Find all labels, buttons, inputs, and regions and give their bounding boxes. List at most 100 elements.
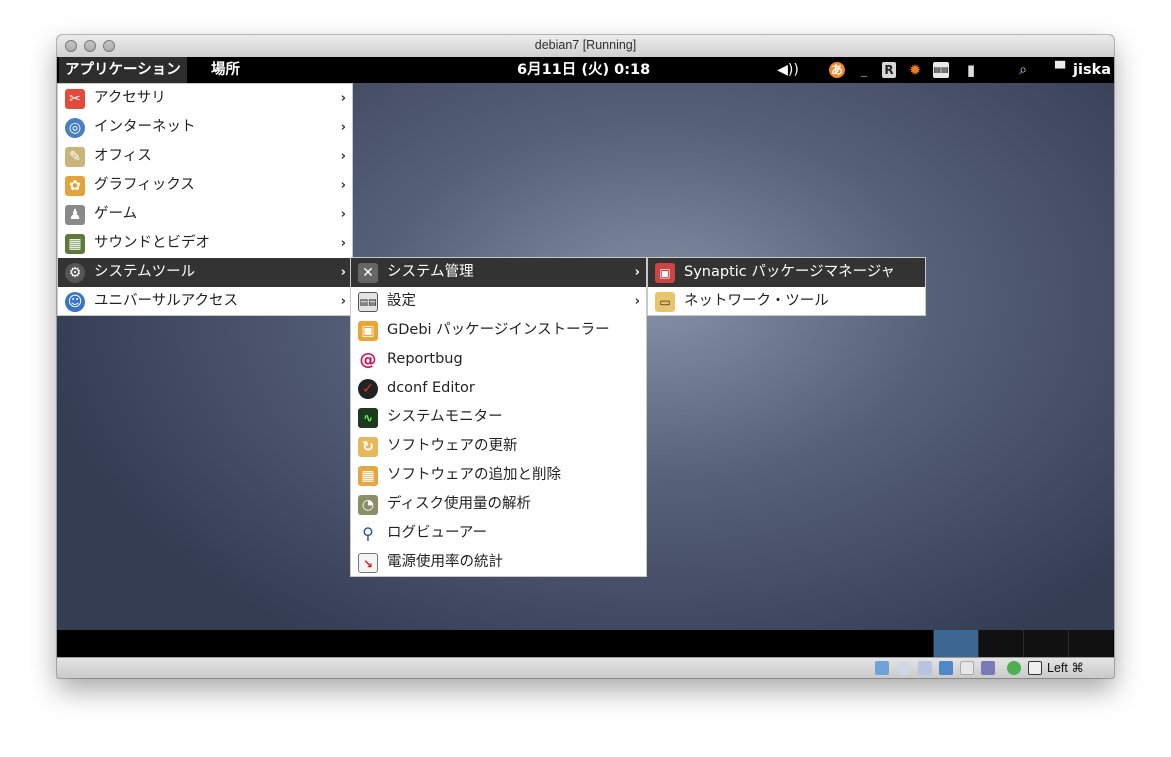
menu-item-synaptic[interactable]: ▣ Synaptic パッケージマネージャ: [648, 258, 925, 287]
menu-item-label: dconf Editor: [387, 380, 475, 396]
menu-item-label: アクセサリ: [94, 90, 166, 106]
menu-item-dconf-editor[interactable]: ✓ dconf Editor: [351, 374, 646, 403]
preferences-tray-icon[interactable]: ▤▤: [933, 62, 949, 78]
shared-folders-icon[interactable]: [939, 661, 953, 675]
synaptic-icon: ▣: [655, 263, 675, 283]
menu-item-preferences[interactable]: ▤▤ 設定 ›: [351, 287, 646, 316]
chevron-right-icon: ›: [340, 207, 346, 222]
host-key-label: Left ⌘: [1047, 661, 1084, 675]
mouse-integration-icon[interactable]: [1028, 661, 1042, 675]
debian-swirl-icon: @: [358, 350, 378, 370]
tools-icon: ✕: [358, 263, 378, 283]
menu-item-disk-usage[interactable]: ◔ ディスク使用量の解析: [351, 490, 646, 519]
dash-icon: _: [861, 63, 867, 77]
menu-item-label: ネットワーク・ツール: [684, 293, 829, 309]
workspace-4[interactable]: [1068, 630, 1113, 657]
system-gear-icon: ⚙: [65, 263, 85, 283]
applications-menu[interactable]: アプリケーション: [59, 57, 187, 83]
input-method-icon[interactable]: あ: [829, 62, 845, 78]
preferences-icon: ▤▤: [358, 292, 378, 312]
menu-item-label: ゲーム: [94, 206, 138, 222]
gnome-top-panel: アプリケーション 場所 6月11日 (火) 0:18 ◀)) あ _ R ✹ ▤…: [57, 57, 1114, 83]
menu-item-label: ディスク使用量の解析: [387, 496, 531, 512]
workspace-1[interactable]: [933, 630, 978, 657]
menu-item-label: システム管理: [387, 264, 474, 280]
network-icon[interactable]: [1007, 661, 1021, 675]
power-statistics-icon: ↘: [358, 553, 378, 573]
chevron-right-icon: ›: [340, 236, 346, 251]
menu-item-label: Reportbug: [387, 351, 463, 367]
user-status-icon[interactable]: ⌕: [1013, 62, 1033, 78]
menu-item-games[interactable]: ♟ ゲーム ›: [58, 200, 352, 229]
system-tools-submenu: ✕ システム管理 › ▤▤ 設定 › ▣ GDebi パッケージインストーラー …: [350, 257, 647, 577]
log-viewer-icon: ⚲: [358, 524, 378, 544]
menu-item-label: ソフトウェアの追加と削除: [387, 467, 561, 483]
system-monitor-icon: ∿: [358, 408, 378, 428]
chevron-right-icon: ›: [340, 149, 346, 164]
window-titlebar: debian7 [Running]: [57, 35, 1114, 58]
chevron-right-icon: ›: [340, 120, 346, 135]
video-capture-icon[interactable]: [981, 661, 995, 675]
menu-item-system-tools[interactable]: ⚙ システムツール ›: [58, 258, 352, 287]
menu-item-add-remove-software[interactable]: ▦ ソフトウェアの追加と削除: [351, 461, 646, 490]
office-icon: ✎: [65, 147, 85, 167]
display-icon[interactable]: [960, 661, 974, 675]
user-menu[interactable]: jiska: [1067, 57, 1114, 83]
menu-item-label: ソフトウェアの更新: [387, 438, 518, 454]
clock[interactable]: 6月11日 (火) 0:18: [517, 57, 650, 83]
menu-item-administration[interactable]: ✕ システム管理 ›: [351, 258, 646, 287]
menu-item-label: インターネット: [94, 119, 196, 135]
gnome-bottom-panel: [57, 630, 1114, 657]
menu-item-label: オフィス: [94, 148, 152, 164]
package-installer-icon: ▣: [358, 321, 378, 341]
settings-gear-icon[interactable]: ✹: [907, 62, 923, 78]
disk-usage-icon: ◔: [358, 495, 378, 515]
chevron-right-icon: ›: [340, 294, 346, 309]
software-update-icon: ↻: [358, 437, 378, 457]
workspace-2[interactable]: [978, 630, 1023, 657]
menu-item-graphics[interactable]: ✿ グラフィックス ›: [58, 171, 352, 200]
menu-item-system-monitor[interactable]: ∿ システムモニター: [351, 403, 646, 432]
chevron-right-icon: ›: [634, 294, 640, 309]
accessories-icon: ✂: [65, 89, 85, 109]
internet-globe-icon: ◎: [65, 118, 85, 138]
menu-item-log-viewer[interactable]: ⚲ ログビューアー: [351, 519, 646, 548]
administration-submenu: ▣ Synaptic パッケージマネージャ ▭ ネットワーク・ツール: [647, 257, 926, 316]
menu-item-label: 設定: [387, 293, 416, 309]
games-joystick-icon: ♟: [65, 205, 85, 225]
keyboard-r-icon[interactable]: R: [882, 62, 896, 78]
volume-icon[interactable]: ◀)): [775, 62, 801, 78]
hard-disk-icon[interactable]: [875, 661, 889, 675]
menu-item-gdebi[interactable]: ▣ GDebi パッケージインストーラー: [351, 316, 646, 345]
menu-item-label: サウンドとビデオ: [94, 235, 210, 251]
menu-item-label: システムモニター: [387, 409, 503, 425]
menu-item-reportbug[interactable]: @ Reportbug: [351, 345, 646, 374]
menu-item-office[interactable]: ✎ オフィス ›: [58, 142, 352, 171]
dconf-editor-icon: ✓: [358, 379, 378, 399]
vm-statusbar: Left ⌘: [57, 657, 1114, 678]
accessibility-icon: ☺: [65, 292, 85, 312]
menu-item-label: 電源使用率の統計: [387, 554, 503, 570]
menu-item-label: Synaptic パッケージマネージャ: [684, 264, 896, 280]
battery-icon[interactable]: ▮: [965, 62, 977, 78]
menu-item-power-statistics[interactable]: ↘ 電源使用率の統計: [351, 548, 646, 577]
menu-item-label: ログビューアー: [387, 525, 488, 541]
places-menu[interactable]: 場所: [205, 57, 246, 83]
menu-item-internet[interactable]: ◎ インターネット ›: [58, 113, 352, 142]
window-title: debian7 [Running]: [534, 38, 637, 52]
menu-item-sound-video[interactable]: ▦ サウンドとビデオ ›: [58, 229, 352, 258]
chevron-right-icon: ›: [340, 91, 346, 106]
chevron-right-icon: ›: [634, 265, 640, 280]
menu-item-label: システムツール: [94, 264, 196, 280]
menu-item-label: グラフィックス: [94, 177, 195, 193]
graphics-palette-icon: ✿: [65, 176, 85, 196]
usb-icon[interactable]: [918, 661, 932, 675]
menu-item-label: ユニバーサルアクセス: [94, 293, 238, 309]
chevron-right-icon: ›: [340, 178, 346, 193]
menu-item-accessories[interactable]: ✂ アクセサリ ›: [58, 84, 352, 113]
menu-item-software-update[interactable]: ↻ ソフトウェアの更新: [351, 432, 646, 461]
workspace-3[interactable]: [1023, 630, 1068, 657]
menu-item-network-tools[interactable]: ▭ ネットワーク・ツール: [648, 287, 925, 316]
menu-item-universal-access[interactable]: ☺ ユニバーサルアクセス ›: [58, 287, 352, 316]
optical-drive-icon[interactable]: [897, 661, 911, 675]
